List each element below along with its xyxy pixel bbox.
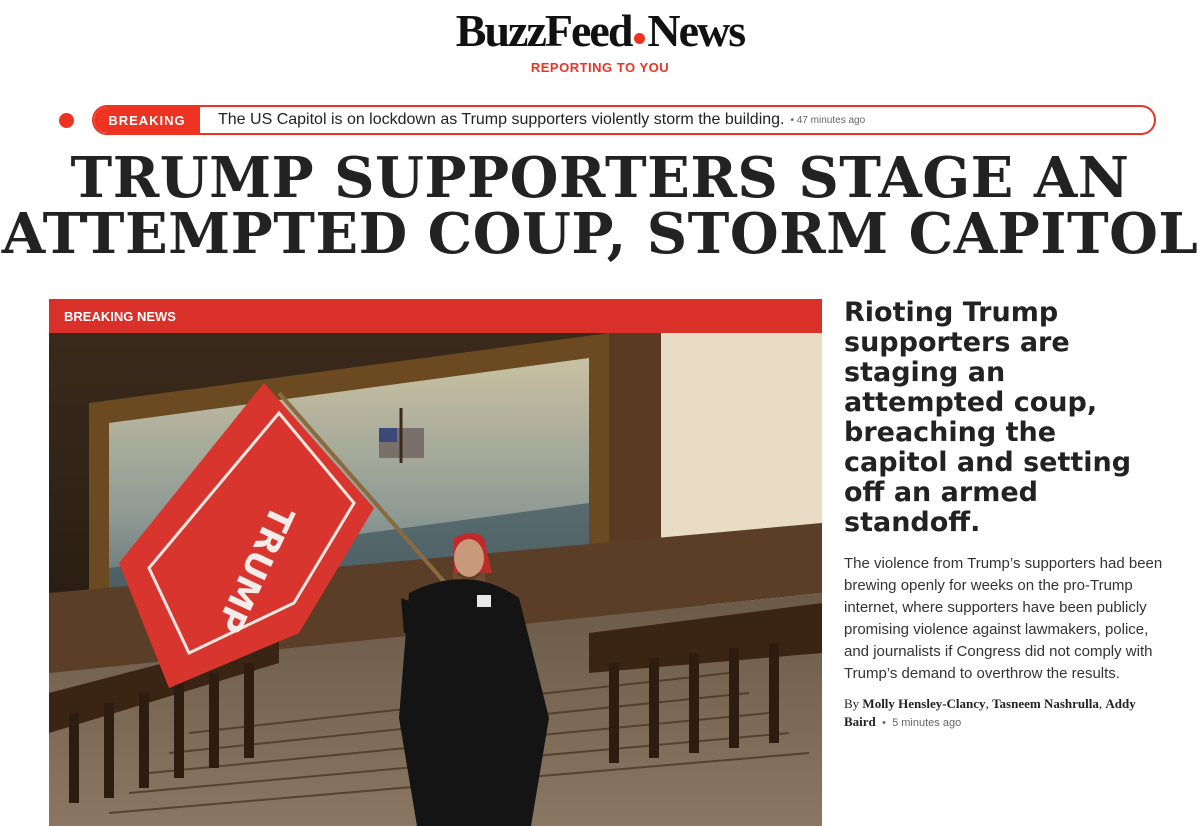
lead-story-photo-card[interactable]: BREAKING NEWS TRUMP (49, 299, 822, 826)
author-link[interactable]: Tasneem Nashrulla (992, 696, 1099, 711)
ticker-time-text: 47 minutes ago (796, 114, 866, 126)
author-separator: , (985, 696, 989, 711)
story-timestamp: • 5 minutes ago (879, 717, 961, 729)
time-text: 5 minutes ago (892, 717, 962, 729)
page-headline[interactable]: TRUMP SUPPORTERS STAGE AN ATTEMPTED COUP… (0, 150, 1200, 262)
brand-dot-icon (634, 33, 646, 44)
story-byline: By Molly Hensley-Clancy, Tasneem Nashrul… (844, 695, 1144, 732)
photo-section-label: BREAKING NEWS (49, 299, 822, 333)
brand-name-left: BuzzFeed (455, 5, 634, 56)
lead-story-summary: Rioting Trump supporters are staging an … (844, 298, 1164, 732)
brand-tagline: REPORTING TO YOU (530, 60, 670, 75)
brand-name-right: News (647, 5, 746, 56)
lead-story-photo[interactable]: TRUMP (49, 333, 822, 826)
story-description: The violence from Trump’s supporters had… (844, 555, 1163, 682)
author-link[interactable]: Molly Hensley-Clancy (862, 696, 985, 711)
ticker-timestamp: • 47 minutes ago (790, 115, 865, 126)
time-bullet: • (882, 717, 886, 729)
headline-line-2: ATTEMPTED COUP, STORM CAPITOL (1, 201, 1199, 267)
story-title[interactable]: Rioting Trump supporters are staging an … (844, 298, 1164, 538)
byline-prefix: By (844, 696, 860, 711)
ticker-label: BREAKING (94, 107, 200, 133)
brand-logo[interactable]: BuzzFeed News (0, 8, 1200, 54)
author-separator: , (1098, 696, 1103, 711)
masthead: BuzzFeed News REPORTING TO YOU (0, 8, 1200, 76)
breaking-ticker[interactable]: BREAKING The US Capitol is on lockdown a… (92, 105, 1156, 135)
ticker-headline[interactable]: The US Capitol is on lockdown as Trump s… (218, 111, 784, 129)
headline-line-1: TRUMP SUPPORTERS STAGE AN (70, 145, 1130, 211)
live-indicator-icon (59, 113, 74, 128)
ticker-bullet: • (790, 114, 794, 126)
